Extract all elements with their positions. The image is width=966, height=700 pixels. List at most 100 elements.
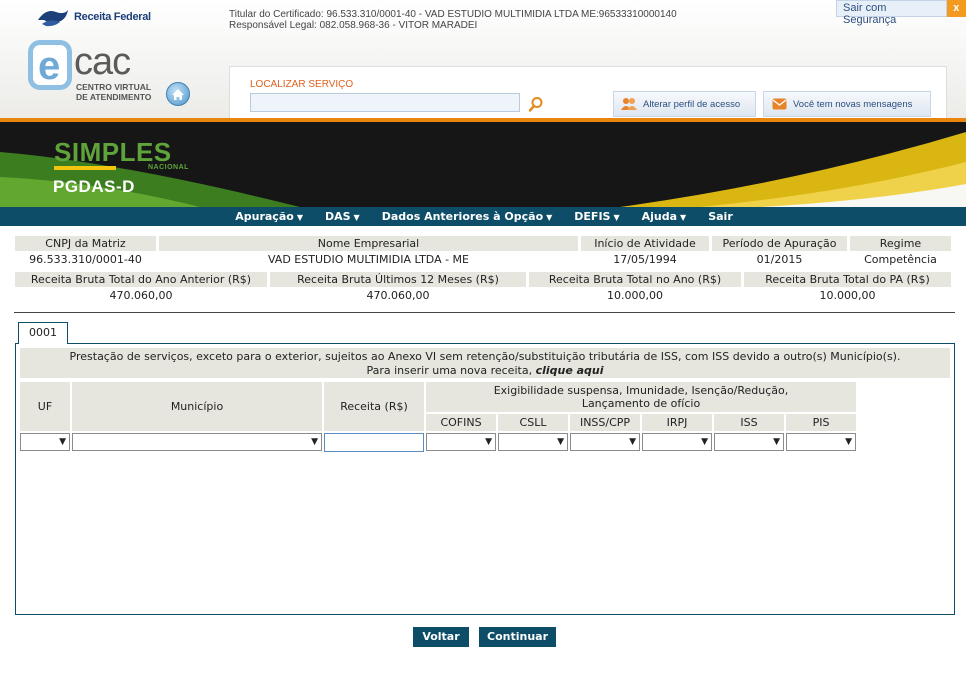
nav-item-das[interactable]: DAS ▼ xyxy=(325,210,360,223)
nav-item-apuracao[interactable]: Apuração ▼ xyxy=(235,210,303,223)
value-receita-no-ano: 10.000,00 xyxy=(607,289,663,302)
nav-item-sair[interactable]: Sair xyxy=(708,210,733,223)
home-icon xyxy=(172,88,184,100)
value-periodo-apuracao: 01/2015 xyxy=(756,253,803,266)
chevron-down-icon: ▼ xyxy=(773,437,780,447)
messages-button[interactable]: Você tem novas mensagens xyxy=(763,91,931,117)
certificate-info: Titular do Certificado: 96.533.310/0001-… xyxy=(229,9,677,31)
chevron-down-icon: ▼ xyxy=(845,437,852,447)
ecac-e-letter: e xyxy=(38,44,61,88)
cofins-select[interactable]: ▼ xyxy=(426,433,496,451)
column-header-receita: Receita (R$) xyxy=(324,382,424,431)
ecac-wordmark: cac xyxy=(74,41,131,83)
simples-banner: SIMPLES NACIONAL PGDAS-D xyxy=(0,122,966,207)
chevron-down-icon: ▼ xyxy=(311,437,318,447)
ecac-e-mark: e xyxy=(28,40,72,90)
insert-revenue-prefix: Para inserir uma nova receita, xyxy=(366,364,533,377)
group-header-line-1: Exigibilidade suspensa, Imunidade, Isenç… xyxy=(493,384,789,397)
ecac-logo[interactable]: e cac CENTRO VIRTUAL DE ATENDIMENTO xyxy=(28,40,158,106)
receita-federal-logo[interactable]: Receita Federal xyxy=(36,6,151,28)
municipio-select[interactable]: ▼ xyxy=(72,433,322,451)
ecac-subtitle-line-1: CENTRO VIRTUAL xyxy=(76,82,152,92)
value-receita-12-meses: 470.060,00 xyxy=(366,289,430,302)
column-header-irpj: IRPJ xyxy=(642,414,712,431)
search-icon[interactable] xyxy=(528,96,544,112)
value-inicio-atividade: 17/05/1994 xyxy=(613,253,677,266)
nav-label-das: DAS xyxy=(324,210,351,223)
header-receita-pa: Receita Bruta Total do PA (R$) xyxy=(744,272,951,287)
summary-header-row-2: Receita Bruta Total do Ano Anterior (R$)… xyxy=(15,272,951,287)
group-header-line-2: Lançamento de ofício xyxy=(581,397,701,410)
chevron-down-icon: ▼ xyxy=(680,213,687,222)
logout-label[interactable]: Sair com Segurança xyxy=(836,0,947,26)
site-header: Receita Federal e cac CENTRO VIRTUAL DE … xyxy=(0,0,966,122)
nav-label-sair: Sair xyxy=(708,210,733,223)
chevron-down-icon: ▼ xyxy=(59,437,66,447)
value-nome-empresarial: VAD ESTUDIO MULTIMIDIA LTDA - ME xyxy=(267,253,469,266)
insert-revenue-line: Para inserir uma nova receita, clique aq… xyxy=(20,364,950,378)
nav-item-ajuda[interactable]: Ajuda ▼ xyxy=(642,210,687,223)
header-cnpj: CNPJ da Matriz xyxy=(15,236,156,251)
header-receita-no-ano: Receita Bruta Total no Ano (R$) xyxy=(529,272,741,287)
simples-logo-bar xyxy=(54,166,116,170)
chevron-down-icon: ▼ xyxy=(353,213,360,222)
summary-value-row-1: 96.533.310/0001-40 VAD ESTUDIO MULTIMIDI… xyxy=(15,251,951,268)
close-icon[interactable]: x xyxy=(946,0,966,17)
iss-select[interactable]: ▼ xyxy=(714,433,784,451)
search-input[interactable] xyxy=(250,93,520,112)
change-profile-button[interactable]: Alterar perfil de acesso xyxy=(613,91,756,117)
revenue-panel: Prestação de serviços, exceto para o ext… xyxy=(15,343,955,615)
column-group-header-exigibilidade: Exigibilidade suspensa, Imunidade, Isenç… xyxy=(426,382,856,412)
value-regime: Competência xyxy=(864,253,937,266)
summary-header-row-1: CNPJ da Matriz Nome Empresarial Início d… xyxy=(15,236,951,251)
continue-button[interactable]: Continuar xyxy=(479,627,556,647)
simples-logo-subtitle: NACIONAL xyxy=(148,164,189,171)
nav-item-defis[interactable]: DEFIS ▼ xyxy=(574,210,619,223)
chevron-down-icon: ▼ xyxy=(485,437,492,447)
change-profile-label: Alterar perfil de acesso xyxy=(643,98,741,110)
nav-label-ajuda: Ajuda xyxy=(641,210,678,223)
back-button[interactable]: Voltar xyxy=(413,627,469,647)
revenue-summary: Receita Bruta Total do Ano Anterior (R$)… xyxy=(15,272,951,304)
logout-button[interactable]: Sair com Segurança x xyxy=(836,0,966,26)
column-header-municipio: Município xyxy=(72,382,322,431)
chevron-down-icon: ▼ xyxy=(546,213,553,222)
app-title: PGDAS-D xyxy=(53,177,135,196)
csll-select[interactable]: ▼ xyxy=(498,433,568,451)
header-nome-empresarial: Nome Empresarial xyxy=(159,236,578,251)
main-nav: Apuração ▼ DAS ▼ Dados Anteriores à Opção ▼… xyxy=(0,207,966,226)
certificate-holder: Titular do Certificado: 96.533.310/0001-… xyxy=(229,9,677,20)
company-summary: CNPJ da Matriz Nome Empresarial Início d… xyxy=(15,236,951,268)
ecac-subtitle-line-2: DE ATENDIMENTO xyxy=(76,92,152,102)
inss-cpp-select[interactable]: ▼ xyxy=(570,433,640,451)
nav-label-defis: DEFIS xyxy=(574,210,611,223)
nav-label-apuracao: Apuração xyxy=(235,210,294,223)
chevron-down-icon: ▼ xyxy=(629,437,636,447)
legal-representative: Responsável Legal: 082.058.968-36 - VITO… xyxy=(229,20,478,31)
chevron-down-icon: ▼ xyxy=(296,213,303,222)
activity-description: Prestação de serviços, exceto para o ext… xyxy=(20,348,950,378)
envelope-icon xyxy=(772,98,787,110)
search-label: LOCALIZAR SERVIÇO xyxy=(250,79,354,90)
section-divider xyxy=(14,312,955,313)
nav-label-dados-anteriores: Dados Anteriores à Opção xyxy=(381,210,544,223)
pis-select[interactable]: ▼ xyxy=(786,433,856,451)
summary-value-row-2: 470.060,00 470.060,00 10.000,00 10.000,0… xyxy=(15,287,951,304)
tab-establishment-0001[interactable]: 0001 xyxy=(18,322,68,344)
column-header-uf: UF xyxy=(20,382,70,431)
receita-input[interactable] xyxy=(324,433,424,452)
header-inicio-atividade: Início de Atividade xyxy=(581,236,709,251)
simples-logo: SIMPLES xyxy=(54,137,172,167)
chevron-down-icon: ▼ xyxy=(701,437,708,447)
irpj-select[interactable]: ▼ xyxy=(642,433,712,451)
insert-revenue-link[interactable]: clique aqui xyxy=(536,364,604,377)
column-header-cofins: COFINS xyxy=(426,414,496,431)
brand-name: Receita Federal xyxy=(74,11,151,23)
nav-item-dados-anteriores[interactable]: Dados Anteriores à Opção ▼ xyxy=(382,210,553,223)
uf-select[interactable]: ▼ xyxy=(20,433,70,451)
messages-label: Você tem novas mensagens xyxy=(793,98,913,110)
ecac-subtitle: CENTRO VIRTUAL DE ATENDIMENTO xyxy=(76,82,151,102)
value-cnpj: 96.533.310/0001-40 xyxy=(29,253,142,266)
header-regime: Regime xyxy=(850,236,951,251)
home-button[interactable] xyxy=(166,82,190,106)
